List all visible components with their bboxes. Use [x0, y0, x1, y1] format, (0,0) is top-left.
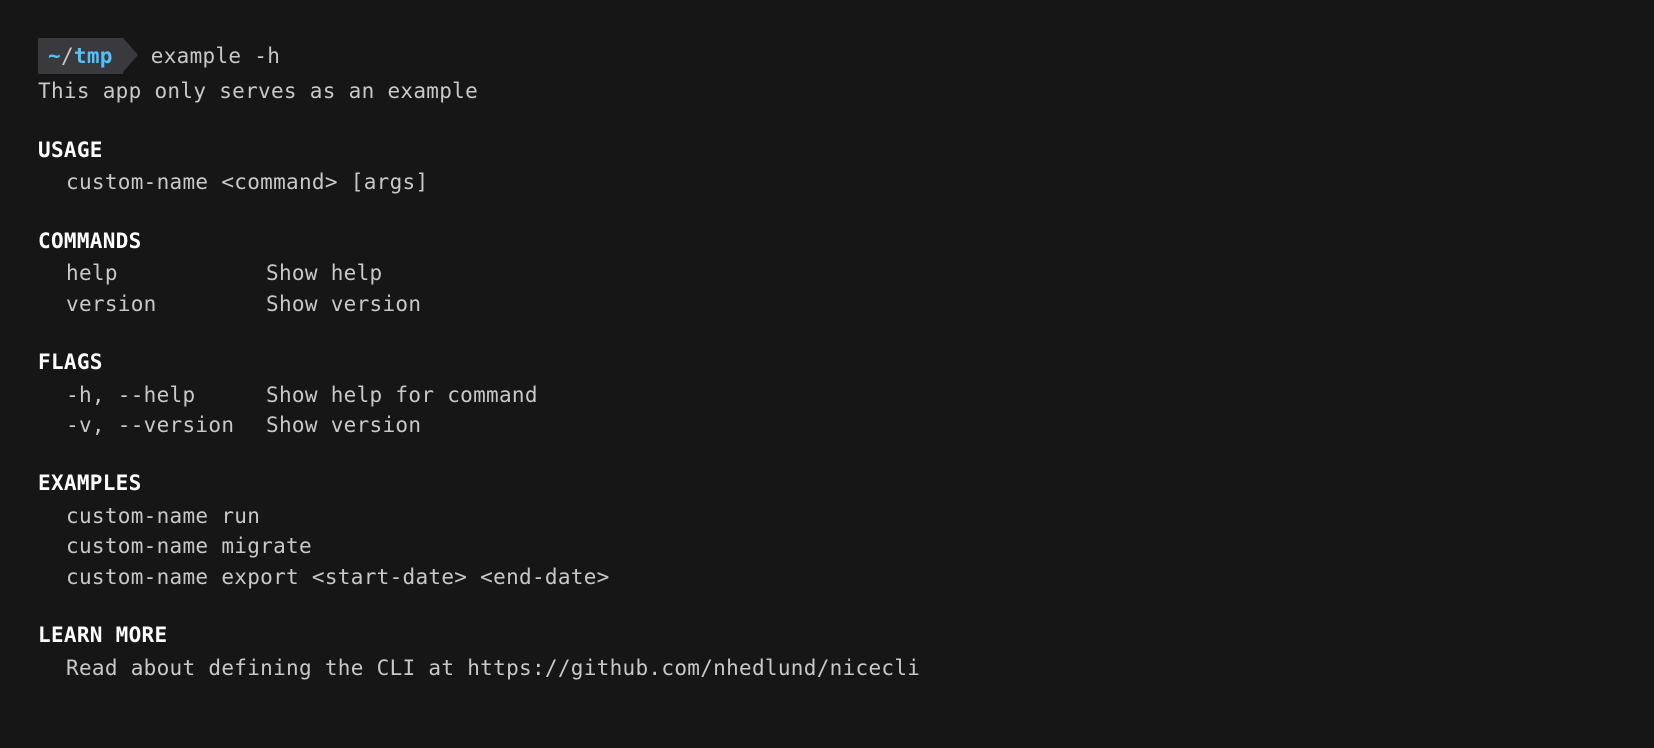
flag-desc: Show version: [266, 410, 421, 440]
prompt-line: ~/tmp example -h: [38, 38, 1616, 74]
flag-desc: Show help for command: [266, 380, 538, 410]
command-row: help Show help: [38, 258, 1616, 288]
flag-row: -v, --version Show version: [38, 410, 1616, 440]
flags-header: FLAGS: [38, 347, 1616, 377]
learnmore-line: Read about defining the CLI at https://g…: [38, 653, 1616, 683]
flag-row: -h, --help Show help for command: [38, 380, 1616, 410]
prompt-badge: ~/tmp: [38, 38, 123, 74]
entered-command[interactable]: example -h: [151, 41, 280, 71]
example-line: custom-name migrate: [38, 531, 1616, 561]
command-name: version: [66, 289, 266, 319]
learnmore-section: LEARN MORE Read about defining the CLI a…: [38, 620, 1616, 683]
flag-name: -h, --help: [66, 380, 266, 410]
flags-section: FLAGS -h, --help Show help for command -…: [38, 347, 1616, 440]
prompt-tilde: ~: [48, 41, 61, 71]
usage-header: USAGE: [38, 135, 1616, 165]
usage-line: custom-name <command> [args]: [38, 167, 1616, 197]
usage-section: USAGE custom-name <command> [args]: [38, 135, 1616, 198]
prompt-slash: /: [61, 41, 74, 71]
commands-header: COMMANDS: [38, 226, 1616, 256]
examples-header: EXAMPLES: [38, 468, 1616, 498]
learnmore-header: LEARN MORE: [38, 620, 1616, 650]
prompt-dir: tmp: [74, 41, 113, 71]
app-description: This app only serves as an example: [38, 76, 1616, 106]
example-line: custom-name run: [38, 501, 1616, 531]
examples-section: EXAMPLES custom-name run custom-name mig…: [38, 468, 1616, 592]
example-line: custom-name export <start-date> <end-dat…: [38, 562, 1616, 592]
command-desc: Show version: [266, 289, 421, 319]
commands-section: COMMANDS help Show help version Show ver…: [38, 226, 1616, 319]
command-name: help: [66, 258, 266, 288]
flag-name: -v, --version: [66, 410, 266, 440]
command-desc: Show help: [266, 258, 383, 288]
command-row: version Show version: [38, 289, 1616, 319]
